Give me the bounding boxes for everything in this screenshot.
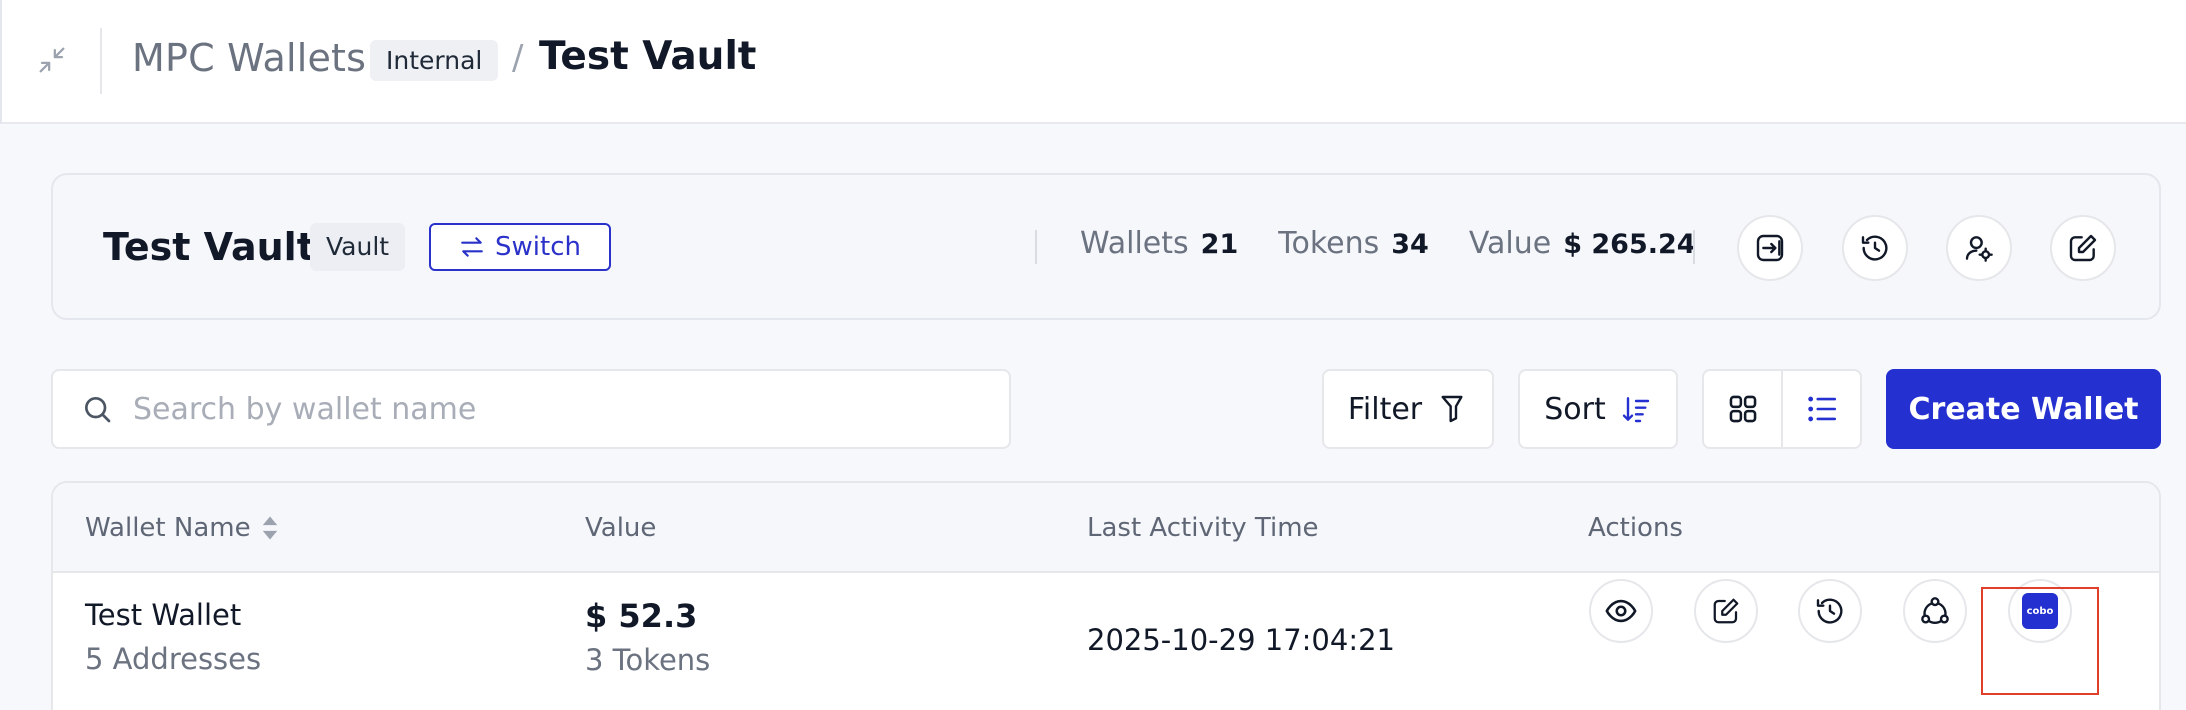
search-input[interactable] [133,391,953,427]
filter-label: Filter [1347,391,1423,427]
create-wallet-button[interactable]: Create Wallet [1886,369,2161,449]
history-icon [1816,598,1843,624]
wallet-name-cell: Test Wallet 5 Addresses [85,598,261,676]
table-header: Wallet Name Value Last Activity Time Act… [53,483,2159,573]
view-icon [1605,599,1637,623]
column-header-last-activity: Last Activity Time [1087,513,1319,543]
history-icon [1861,235,1888,261]
edit-icon [2069,234,2097,262]
switch-button[interactable]: Switch [429,223,611,271]
column-header-wallet-name[interactable]: Wallet Name [85,513,279,543]
grid-view-icon [1729,395,1756,423]
stat-tokens-label: Tokens [1278,226,1380,261]
wallet-name[interactable]: Test Wallet [85,598,261,632]
stat-wallets-value: 21 [1200,229,1239,260]
stat-wallets-label: Wallets [1080,226,1189,261]
vault-stats: Wallets 21 Tokens 34 Value $ 265.24 [1080,226,1696,261]
share-nodes-icon [1921,597,1949,624]
stats-divider-left [1035,230,1037,264]
search-box[interactable] [51,369,1011,449]
transfer-in-button[interactable] [1737,215,1803,281]
transfer-in-icon [1756,234,1784,262]
swap-arrows-icon [461,237,483,257]
wallet-value: $ 52.3 [585,597,698,635]
user-settings-icon [1965,236,1993,262]
filter-icon [1441,395,1463,423]
vault-members-button[interactable] [1946,215,2012,281]
view-mode-toggle [1702,369,1862,449]
wallet-share-button[interactable] [1903,579,1967,643]
edit-wallet-button[interactable] [1694,579,1758,643]
stats-divider-right [1693,230,1695,264]
filter-button[interactable]: Filter [1322,369,1494,449]
breadcrumb-tag: Internal [370,40,499,81]
breadcrumb-parent[interactable]: MPC Wallets [132,36,366,80]
vault-title: Test Vault [103,225,315,269]
wallet-value-cell: $ 52.3 3 Tokens [585,597,710,677]
vault-summary-card: Test Vault Vault Switch Wallets 21 Tokens… [51,173,2161,320]
search-icon [85,397,111,423]
vault-edit-button[interactable] [2050,215,2116,281]
stat-tokens: Tokens 34 [1278,226,1429,261]
wallet-history-button[interactable] [1798,579,1862,643]
sort-button[interactable]: Sort [1518,369,1678,449]
edit-icon [1713,598,1739,624]
stat-value: Value $ 265.24 [1469,226,1696,261]
grid-view-button[interactable] [1704,371,1781,447]
breadcrumb-separator: / [512,38,524,78]
wallet-address-count: 5 Addresses [85,642,262,676]
last-activity-time: 2025-10-29 17:04:21 [1087,623,1395,657]
vault-type-tag: Vault [310,223,406,271]
column-header-actions: Actions [1588,513,1683,543]
sort-icon [1622,397,1649,423]
vault-history-button[interactable] [1842,215,1908,281]
switch-label: Switch [495,232,581,262]
sort-toggle-icon[interactable] [261,515,279,541]
highlight-box [1981,587,2099,695]
column-wallet-name-label: Wallet Name [85,513,251,543]
collapse-icon[interactable] [32,40,72,80]
top-header: MPC Wallets Internal / Test Vault [0,0,2186,124]
stat-wallets: Wallets 21 [1080,226,1238,261]
stat-tokens-value: 34 [1391,229,1429,260]
page-title: Test Vault [539,34,757,79]
wallet-table: Wallet Name Value Last Activity Time Act… [51,481,2161,710]
stat-value-amount: $ 265.24 [1563,229,1696,260]
sort-label: Sort [1544,391,1606,427]
column-header-value: Value [585,513,657,543]
list-view-icon [1807,396,1836,422]
list-view-button[interactable] [1781,371,1860,447]
header-divider [100,28,102,94]
stat-value-label: Value [1468,226,1552,261]
view-wallet-button[interactable] [1589,579,1653,643]
wallet-token-count: 3 Tokens [585,643,711,677]
